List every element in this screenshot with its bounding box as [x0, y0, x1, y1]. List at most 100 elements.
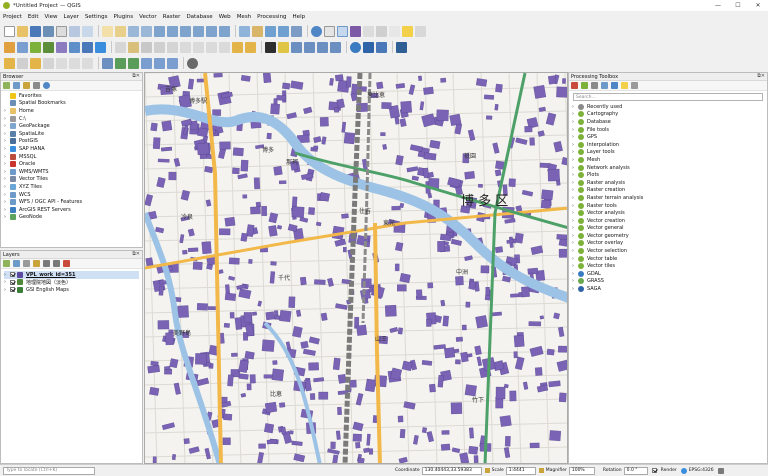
zoom-full-icon[interactable]	[154, 25, 165, 37]
snapping-icon[interactable]	[17, 57, 28, 69]
temporal-controller-icon[interactable]	[252, 25, 263, 37]
toolbox-item[interactable]: › Vector tiles	[572, 262, 764, 270]
change-label-icon[interactable]	[330, 41, 341, 53]
browser-item[interactable]: › PostGIS	[4, 138, 139, 146]
magnifier-field[interactable]: 100%	[568, 466, 595, 475]
layer-item[interactable]: › 地理院地図（淡色）	[4, 279, 139, 287]
cut-features-icon[interactable]	[193, 41, 204, 53]
delete-selected-icon[interactable]	[180, 41, 191, 53]
lock-icon[interactable]	[484, 468, 490, 473]
toolbox-item[interactable]: › GPS	[572, 133, 764, 141]
zoom-native-icon[interactable]	[193, 25, 204, 37]
tip-icon[interactable]	[621, 82, 628, 89]
toolbox-item[interactable]: › GRASS	[572, 278, 764, 286]
toolbox-item[interactable]: › Vector general	[572, 225, 764, 233]
add-vector-layer-icon[interactable]	[30, 41, 41, 53]
menu-database[interactable]: Database	[186, 14, 212, 20]
add-raster-layer-icon[interactable]	[43, 41, 54, 53]
menu-settings[interactable]: Settings	[85, 14, 108, 20]
filter-legend-icon[interactable]	[33, 260, 40, 267]
help-book-icon[interactable]	[396, 41, 407, 53]
pan-to-selection-icon[interactable]	[115, 25, 126, 37]
open-styling-icon[interactable]	[3, 260, 10, 267]
panel-float-close-icon[interactable]: ⧉✕	[757, 73, 765, 79]
zoom-last-icon[interactable]	[206, 25, 217, 37]
minimize-button[interactable]: —	[708, 0, 728, 11]
undo-icon[interactable]	[232, 41, 243, 53]
messages-icon[interactable]	[717, 467, 724, 474]
toolbox-item[interactable]: › Raster terrain analysis	[572, 194, 764, 202]
add-wfs-layer-icon[interactable]	[95, 41, 106, 53]
results-viewer-icon[interactable]	[601, 82, 608, 89]
toolbox-item[interactable]: › Network analysis	[572, 164, 764, 172]
zoom-next-icon[interactable]	[219, 25, 230, 37]
reshape-icon[interactable]	[69, 57, 80, 69]
panel-float-close-icon[interactable]: ⧉✕	[132, 73, 140, 79]
remove-layer-icon[interactable]	[63, 260, 70, 267]
show-hide-labels-icon[interactable]	[291, 41, 302, 53]
label-tool-icon[interactable]	[265, 41, 276, 53]
filter-icon[interactable]	[23, 82, 30, 89]
add-feature-icon[interactable]	[154, 41, 165, 53]
toolbox-item[interactable]: › Database	[572, 118, 764, 126]
browser-item[interactable]: › SpatiaLite	[4, 130, 139, 138]
history-icon[interactable]	[591, 82, 598, 89]
advanced-digitize-icon[interactable]	[30, 57, 41, 69]
add-wms-layer-icon[interactable]	[82, 41, 93, 53]
new-project-icon[interactable]	[4, 25, 15, 37]
plugin-icon[interactable]	[363, 41, 374, 53]
menu-processing[interactable]: Processing	[257, 14, 286, 20]
rotate-view-icon[interactable]	[187, 57, 198, 69]
browser-item[interactable]: › SAP HANA	[4, 145, 139, 153]
open-project-icon[interactable]	[17, 25, 28, 37]
toolbox-item[interactable]: › Cartography	[572, 111, 764, 119]
browser-item[interactable]: › XYZ Tiles	[4, 183, 139, 191]
expand-all-icon[interactable]	[43, 260, 50, 267]
measure-icon[interactable]	[376, 25, 387, 37]
toolbox-item[interactable]: › GDAL	[572, 270, 764, 278]
attribute-table-icon[interactable]	[324, 25, 335, 37]
open-table-icon[interactable]	[363, 25, 374, 37]
menu-layer[interactable]: Layer	[64, 14, 79, 20]
toolbox-search-input[interactable]: Search…	[573, 93, 763, 101]
add-selected-layers-icon[interactable]	[13, 82, 20, 89]
save-as-icon[interactable]	[43, 25, 54, 37]
copy-features-icon[interactable]	[206, 41, 217, 53]
refresh-icon[interactable]	[3, 82, 10, 89]
show-bookmarks-icon[interactable]	[278, 25, 289, 37]
shape-digitize-icon[interactable]	[43, 57, 54, 69]
python-console-icon[interactable]	[350, 41, 361, 53]
browser-item[interactable]: › WFS / OGC API - Features	[4, 198, 139, 206]
deselect-icon[interactable]	[128, 57, 139, 69]
filter-icon[interactable]	[167, 57, 178, 69]
save-edits-icon[interactable]	[141, 41, 152, 53]
in-place-edit-icon[interactable]	[611, 82, 618, 89]
new-bookmark-icon[interactable]	[265, 25, 276, 37]
browser-item[interactable]: › WMS/WMTS	[4, 168, 139, 176]
toolbox-item[interactable]: › Vector selection	[572, 247, 764, 255]
menu-web[interactable]: Web	[219, 14, 231, 20]
layer-visibility-checkbox[interactable]	[10, 287, 15, 293]
layout-manager-icon[interactable]	[69, 25, 80, 37]
menu-help[interactable]: Help	[293, 14, 306, 20]
menu-view[interactable]: View	[44, 14, 57, 20]
lock-scale-icon[interactable]	[538, 468, 544, 473]
maximize-button[interactable]: ☐	[728, 0, 748, 11]
offset-curve-icon[interactable]	[56, 57, 67, 69]
new-geopackage-icon[interactable]	[17, 41, 28, 53]
zoom-to-selection-icon[interactable]	[167, 25, 178, 37]
identify-icon[interactable]	[311, 25, 322, 37]
toolbox-item[interactable]: › Plots	[572, 171, 764, 179]
geo-icon[interactable]	[376, 41, 387, 53]
annotation-icon[interactable]	[389, 25, 400, 37]
toolbox-item[interactable]: › Raster analysis	[572, 179, 764, 187]
collapse-all-icon[interactable]	[33, 82, 40, 89]
new-map-view-icon[interactable]	[239, 25, 250, 37]
browser-item[interactable]: › Vector Tiles	[4, 176, 139, 184]
menu-edit[interactable]: Edit	[28, 14, 39, 20]
field-calculator-icon[interactable]	[350, 25, 361, 37]
rotation-field[interactable]: 0.0 °	[623, 466, 648, 475]
zoom-in-icon[interactable]	[128, 25, 139, 37]
zoom-to-layer-icon[interactable]	[180, 25, 191, 37]
style-manager-icon[interactable]	[82, 25, 93, 37]
